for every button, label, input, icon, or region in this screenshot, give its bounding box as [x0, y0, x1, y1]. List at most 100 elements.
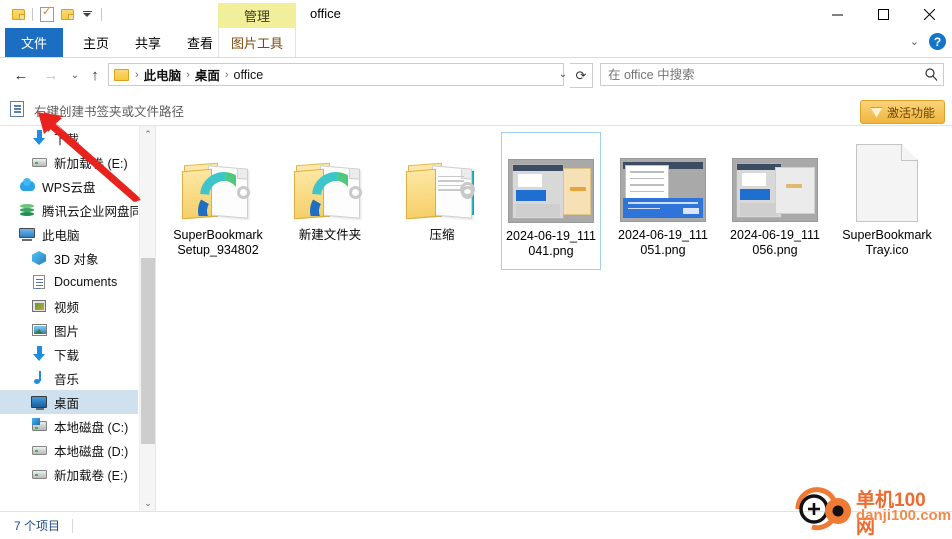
download-icon	[30, 345, 48, 363]
watermark: 单机100网 danji100.com	[794, 483, 951, 538]
scrollbar-thumb[interactable]	[141, 258, 155, 444]
customize-dropdown-icon[interactable]	[77, 4, 97, 24]
tab-home[interactable]: 主页	[70, 28, 122, 57]
drive-icon	[30, 441, 48, 459]
folder-icon[interactable]	[8, 4, 28, 24]
music-icon	[30, 369, 48, 387]
qat-divider-2	[101, 7, 102, 21]
tab-file[interactable]: 文件	[5, 28, 63, 57]
breadcrumb-item-office[interactable]: office	[232, 68, 266, 82]
file-item[interactable]: 2024-06-19_111041.png	[501, 132, 601, 270]
this-pc-icon	[18, 225, 36, 243]
close-button[interactable]	[906, 0, 952, 28]
contextual-group-title: 管理	[218, 3, 296, 28]
sidebar-item-0[interactable]: 下载	[0, 126, 138, 150]
recent-locations-icon[interactable]: ⌄	[64, 65, 86, 85]
file-item[interactable]: 2024-06-19_111051.png	[613, 132, 713, 270]
item-count-label: 7 个项目	[14, 519, 61, 533]
search-input[interactable]	[601, 66, 919, 83]
sidebar-scrollbar[interactable]: ⌃ ⌄	[139, 126, 156, 512]
file-item[interactable]: 压缩	[392, 132, 492, 270]
breadcrumb-separator-2: ›	[224, 68, 229, 81]
sidebar-item-label: 本地磁盘 (D:)	[54, 444, 129, 459]
system-drive-icon	[30, 417, 48, 435]
sidebar-item-10[interactable]: 音乐	[0, 366, 138, 390]
file-item[interactable]: 2024-06-19_111056.png	[725, 132, 825, 270]
file-item[interactable]: SuperBookmarkTray.ico	[837, 132, 937, 270]
sidebar-item-label: 图片	[54, 324, 80, 339]
chevron-down-icon[interactable]: ⌄	[910, 35, 919, 48]
sidebar-item-5[interactable]: 3D 对象	[0, 246, 138, 270]
new-folder-icon[interactable]	[57, 4, 77, 24]
file-item[interactable]: 新建文件夹	[280, 132, 380, 270]
file-name-label: 压缩	[429, 228, 455, 242]
sidebar-item-1[interactable]: 新加载卷 (E:)	[0, 150, 138, 174]
help-icon[interactable]: ?	[929, 33, 946, 50]
window-controls	[814, 0, 952, 28]
sidebar-item-11[interactable]: 桌面	[0, 390, 138, 414]
drive-icon	[30, 153, 48, 171]
bookmark-bar[interactable]: 右键创建书签夹或文件路径	[0, 95, 952, 126]
minimize-button[interactable]	[814, 0, 860, 28]
breadcrumb[interactable]: › 此电脑 › 桌面 › office	[108, 63, 564, 86]
sidebar-item-8[interactable]: 图片	[0, 318, 138, 342]
scroll-down-icon[interactable]: ⌄	[140, 495, 156, 512]
sidebar-item-4[interactable]: 此电脑	[0, 222, 138, 246]
sidebar-item-6[interactable]: Documents	[0, 270, 138, 294]
sidebar-item-14[interactable]: 新加载卷 (E:)	[0, 462, 138, 486]
file-name-label: 2024-06-19_111056.png	[730, 228, 820, 257]
breadcrumb-separator-1: ›	[186, 68, 190, 81]
maximize-button[interactable]	[860, 0, 906, 28]
sidebar-item-9[interactable]: 下载	[0, 342, 138, 366]
file-icon	[620, 138, 706, 222]
forward-button[interactable]: →	[40, 65, 62, 85]
sidebar-item-3[interactable]: 腾讯云企业网盘同	[0, 198, 138, 222]
sidebar-item-label: 音乐	[54, 372, 80, 387]
sidebar-item-label: 下载	[54, 348, 80, 363]
search-box[interactable]	[600, 63, 944, 86]
breadcrumb-item-this-pc[interactable]: 此电脑	[142, 65, 184, 84]
sidebar-item-2[interactable]: WPS云盘	[0, 174, 138, 198]
window-title: office	[310, 6, 341, 21]
sidebar-item-label: 视频	[54, 300, 80, 315]
file-icon	[406, 138, 478, 222]
sidebar-item-12[interactable]: 本地磁盘 (C:)	[0, 414, 138, 438]
breadcrumb-item-desktop[interactable]: 桌面	[193, 65, 222, 84]
sidebar-item-label: 本地磁盘 (C:)	[54, 420, 129, 435]
file-icon	[732, 138, 818, 222]
scroll-up-icon[interactable]: ⌃	[140, 126, 156, 143]
sidebar-item-label: 腾讯云企业网盘同	[42, 204, 138, 219]
file-name-label: 新建文件夹	[298, 228, 362, 242]
ribbon-right-controls: ⌄ ?	[910, 33, 946, 50]
activate-button[interactable]: 激活功能	[859, 100, 945, 124]
breadcrumb-dropdown-icon[interactable]: ⌄	[556, 63, 570, 86]
file-list[interactable]: SuperBookmarkSetup_934802 新建文件夹 压缩 2024-06-…	[156, 126, 952, 512]
properties-icon[interactable]	[37, 4, 57, 24]
contextual-tab-group: 管理 图片工具	[218, 3, 296, 57]
sidebar-item-label: 新加载卷 (E:)	[54, 156, 128, 171]
sidebar-item-label: 新加载卷 (E:)	[54, 468, 128, 483]
tab-share[interactable]: 共享	[122, 28, 174, 57]
pictures-icon	[30, 321, 48, 339]
drive-icon	[30, 465, 48, 483]
tab-picture-tools[interactable]: 图片工具	[218, 28, 296, 57]
title-bar: office	[0, 0, 952, 28]
file-name-label: 2024-06-19_111041.png	[506, 229, 596, 258]
file-name-label: 2024-06-19_111051.png	[618, 228, 708, 257]
videos-icon	[30, 297, 48, 315]
sidebar-item-label: Documents	[54, 275, 118, 289]
sidebar-item-13[interactable]: 本地磁盘 (D:)	[0, 438, 138, 462]
file-icon	[182, 138, 254, 222]
cloud-icon	[18, 177, 36, 195]
search-icon[interactable]	[919, 68, 943, 81]
up-button[interactable]: ↑	[84, 65, 106, 85]
back-button[interactable]: ←	[10, 65, 32, 85]
sidebar-item-7[interactable]: 视频	[0, 294, 138, 318]
file-item[interactable]: SuperBookmarkSetup_934802	[168, 132, 268, 270]
download-icon	[30, 129, 48, 147]
refresh-button[interactable]: ⟳	[570, 63, 593, 88]
bookmark-icon[interactable]	[10, 101, 24, 117]
file-icon	[856, 138, 918, 222]
status-divider	[72, 518, 74, 533]
quick-access-toolbar	[8, 4, 106, 24]
